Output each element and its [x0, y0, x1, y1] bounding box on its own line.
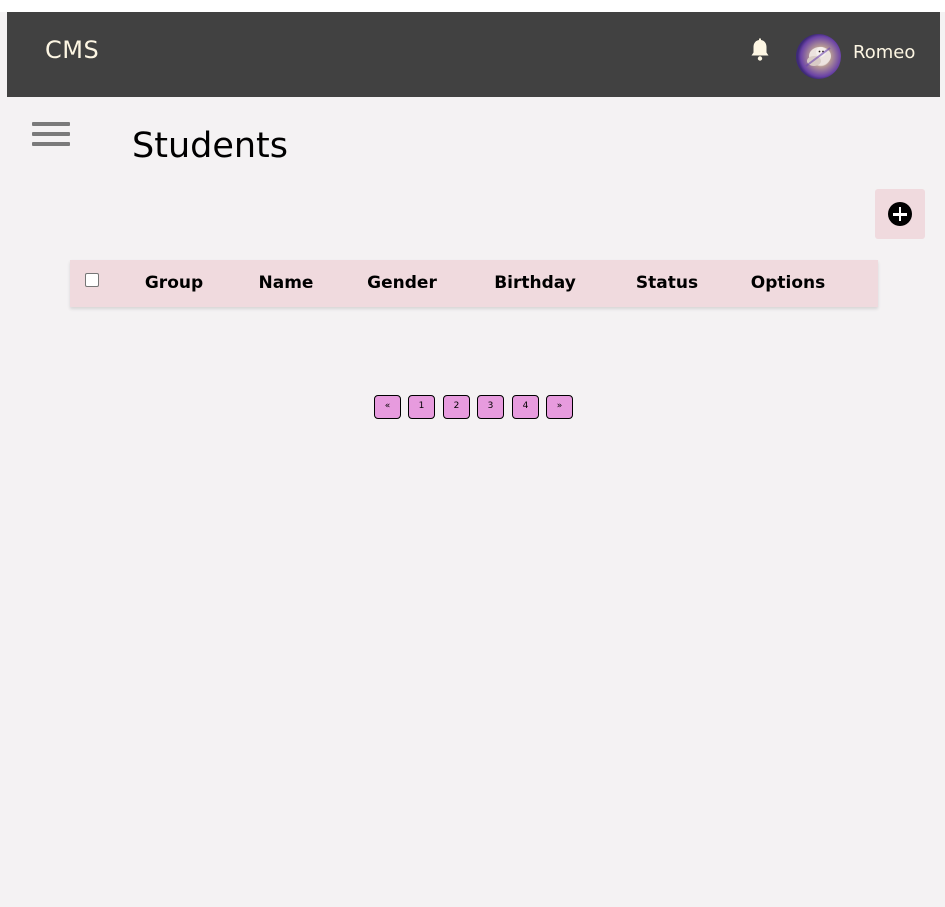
- column-header-options: Options: [750, 273, 826, 293]
- menu-line: [32, 132, 70, 136]
- column-header-birthday: Birthday: [494, 273, 576, 293]
- column-header-group: Group: [144, 273, 204, 293]
- bell-icon[interactable]: [748, 38, 772, 64]
- top-strip: [0, 0, 945, 12]
- add-student-button[interactable]: [875, 189, 925, 239]
- page: CMS Romeo Students Group Name Gender Bir…: [0, 0, 945, 907]
- pagination-page-3[interactable]: 3: [477, 395, 504, 419]
- pagination-prev-button[interactable]: «: [374, 395, 401, 419]
- page-title: Students: [132, 126, 289, 166]
- menu-toggle-icon[interactable]: [32, 120, 70, 148]
- brand-logo[interactable]: CMS: [45, 36, 99, 64]
- column-header-status: Status: [635, 273, 699, 293]
- user-avatar[interactable]: [796, 34, 841, 79]
- plus-circle-icon: [888, 202, 912, 226]
- pagination-next-button[interactable]: »: [546, 395, 573, 419]
- menu-line: [32, 142, 70, 146]
- column-header-name: Name: [258, 273, 314, 293]
- select-all-checkbox[interactable]: [85, 273, 99, 287]
- menu-line: [32, 122, 70, 126]
- students-table-header: Group Name Gender Birthday Status Option…: [70, 260, 878, 307]
- column-header-gender: Gender: [367, 273, 437, 293]
- pagination-page-1[interactable]: 1: [408, 395, 435, 419]
- user-name[interactable]: Romeo: [853, 42, 915, 63]
- pagination-page-4[interactable]: 4: [512, 395, 539, 419]
- pagination-page-2[interactable]: 2: [443, 395, 470, 419]
- top-navbar: CMS Romeo: [7, 12, 940, 97]
